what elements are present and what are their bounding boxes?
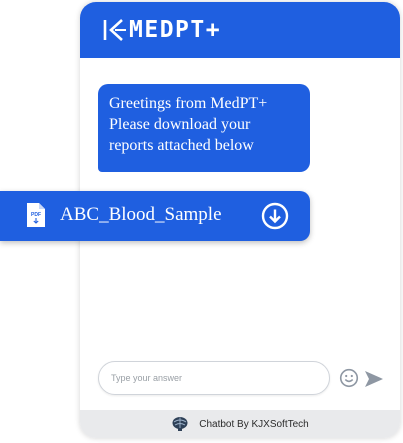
footer-credit: Chatbot By KJXSoftTech: [199, 418, 309, 430]
brain-icon: [172, 417, 188, 431]
bot-message-line: reports attached below: [109, 137, 254, 154]
bot-message-bubble: Greetings from MedPT+ Please download yo…: [98, 84, 310, 172]
bot-message-line: Greetings from MedPT+: [109, 95, 268, 112]
download-circle-icon[interactable]: [261, 202, 289, 230]
bot-message-line: Please download your: [109, 116, 251, 133]
brand-logo: MEDPT+: [102, 16, 221, 44]
attachment-card[interactable]: PDF ABC_Blood_Sample: [0, 191, 310, 241]
answer-input[interactable]: [99, 362, 329, 394]
pdf-type-label: PDF: [31, 212, 41, 218]
chat-header: MEDPT+: [80, 2, 400, 58]
chat-footer: Chatbot By KJXSoftTech: [80, 410, 400, 438]
k-logo-icon: [103, 19, 126, 41]
answer-input-wrapper: [98, 361, 330, 395]
brand-name: MEDPT+: [129, 17, 222, 43]
pdf-file-icon: PDF: [27, 203, 45, 227]
smiley-icon[interactable]: [339, 368, 359, 388]
attachment-file-name: ABC_Blood_Sample: [60, 204, 222, 225]
send-icon[interactable]: [363, 368, 385, 390]
